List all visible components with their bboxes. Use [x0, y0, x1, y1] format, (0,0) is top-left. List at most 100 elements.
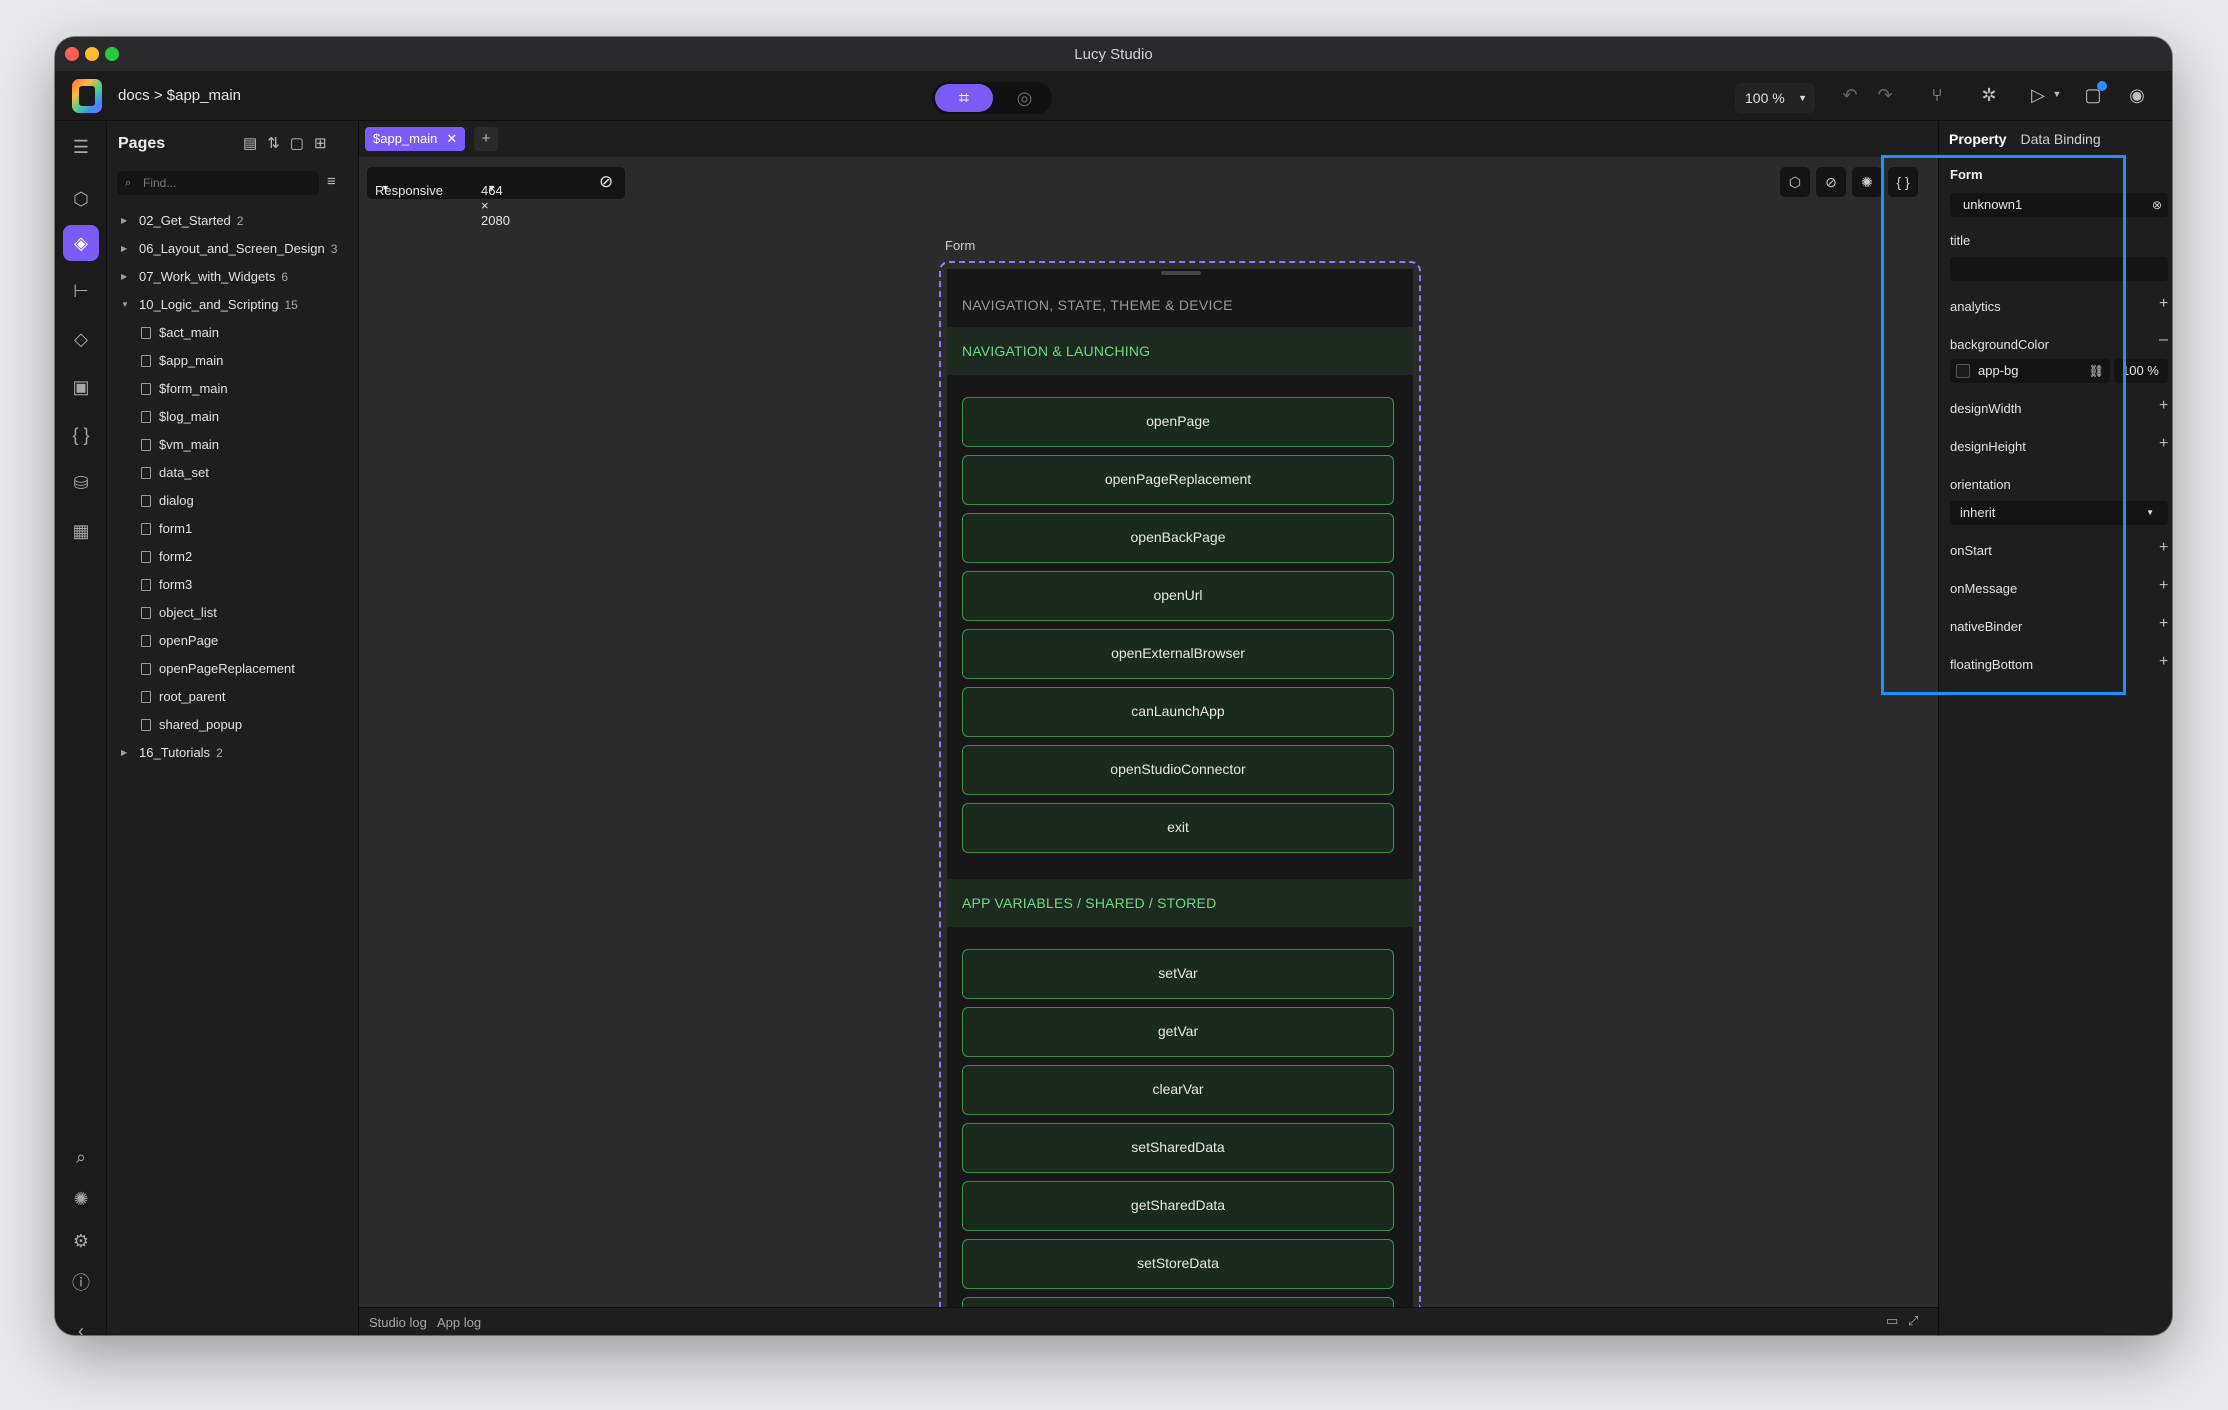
open-back-page-button[interactable]: openBackPage	[962, 513, 1394, 563]
get-shared-data-button[interactable]: getSharedData	[962, 1181, 1394, 1231]
branch-icon[interactable]: ⑂	[1925, 85, 1949, 106]
add-analytics-icon[interactable]: +	[2159, 295, 2168, 313]
add-native-binder-icon[interactable]: +	[2159, 615, 2168, 633]
info-icon[interactable]: ⓘ	[63, 1265, 99, 1301]
app-log-tab[interactable]: App log	[437, 1315, 481, 1330]
clear-icon[interactable]: ⊗	[2152, 193, 2162, 217]
page-item[interactable]: $log_main	[107, 403, 359, 431]
page-item[interactable]: dialog	[107, 487, 359, 515]
preview-mode-button[interactable]: ◎	[1002, 84, 1047, 112]
layers-toggle-icon[interactable]: ⬡	[1780, 167, 1810, 197]
page-item[interactable]: form2	[107, 543, 359, 571]
page-item[interactable]: openPageReplacement	[107, 655, 359, 683]
get-var-button[interactable]: getVar	[962, 1007, 1394, 1057]
menu-icon[interactable]: ☰	[63, 129, 99, 165]
shapes-icon[interactable]: ⬡	[63, 181, 99, 217]
remove-background-icon[interactable]: –	[2159, 331, 2168, 349]
bug-icon[interactable]: ✲	[1977, 85, 2001, 106]
add-folder-icon[interactable]: ⊞	[314, 135, 337, 152]
dock-panel-icon[interactable]: ▭	[1886, 1313, 1898, 1329]
page-item[interactable]: form3	[107, 571, 359, 599]
design-mode-button[interactable]: ⌗	[935, 84, 993, 112]
set-var-button[interactable]: setVar	[962, 949, 1394, 999]
chevron-down-icon[interactable]: ▼	[2045, 89, 2069, 99]
add-design-height-icon[interactable]: +	[2159, 435, 2168, 453]
redo-icon[interactable]: ↷	[1873, 85, 1897, 106]
page-name: data_set	[159, 465, 209, 480]
folder-name: 06_Layout_and_Screen_Design	[139, 241, 325, 256]
tree-icon[interactable]: ⊢	[63, 273, 99, 309]
page-icon	[141, 719, 151, 731]
clear-var-button[interactable]: clearVar	[962, 1065, 1394, 1115]
folder-row[interactable]: ▶ 02_Get_Started 2	[107, 207, 359, 235]
tab-app-main[interactable]: $app_main ✕	[365, 127, 466, 151]
page-item[interactable]: object_list	[107, 599, 359, 627]
studio-log-tab[interactable]: Studio log	[369, 1315, 427, 1330]
resize-grip[interactable]	[1161, 271, 1201, 275]
search-icon[interactable]: ⌕	[63, 1139, 99, 1175]
open-external-browser-button[interactable]: openExternalBrowser	[962, 629, 1394, 679]
page-item[interactable]: shared_popup	[107, 711, 359, 739]
add-on-start-icon[interactable]: +	[2159, 539, 2168, 557]
new-page-icon[interactable]: ▤	[243, 135, 267, 152]
open-url-button[interactable]: openUrl	[962, 571, 1394, 621]
add-tab-button[interactable]: +	[474, 127, 498, 151]
page-item[interactable]: data_set	[107, 459, 359, 487]
layers-icon[interactable]: ◈	[63, 225, 99, 261]
folder-row[interactable]: ▶ 06_Layout_and_Screen_Design 3	[107, 235, 359, 263]
database-icon[interactable]: ⛁	[63, 465, 99, 501]
breadcrumb[interactable]: docs > $app_main	[118, 87, 241, 104]
main-toolbar: docs > $app_main ⌗ ◎ 100 % ▼ ↶ ↷ ⑂ ✲ ▷ ▼…	[55, 71, 2172, 121]
grid-icon[interactable]: ▦	[63, 513, 99, 549]
page-item[interactable]: $vm_main	[107, 431, 359, 459]
set-shared-data-button[interactable]: setSharedData	[962, 1123, 1394, 1173]
set-store-data-button[interactable]: setStoreData	[962, 1239, 1394, 1289]
page-name: $vm_main	[159, 437, 219, 452]
folder-row[interactable]: ▶ 07_Work_with_Widgets 6	[107, 263, 359, 291]
open-page-button[interactable]: openPage	[962, 397, 1394, 447]
page-item[interactable]: root_parent	[107, 683, 359, 711]
components-icon[interactable]: ◇	[63, 321, 99, 357]
page-icon	[141, 551, 151, 563]
palette-icon[interactable]: ✺	[1852, 167, 1882, 197]
get-store-data-button[interactable]: getStoreData	[962, 1297, 1394, 1307]
folder-row[interactable]: ▶ 16_Tutorials 2	[107, 739, 359, 767]
page-item[interactable]: $form_main	[107, 375, 359, 403]
page-item[interactable]: $act_main	[107, 319, 359, 347]
filter-icon[interactable]: ≡	[327, 173, 336, 190]
find-input[interactable]: ⌕ Find...	[117, 171, 319, 195]
page-tab-bar: $app_main ✕ +	[359, 121, 1938, 157]
exit-button[interactable]: exit	[962, 803, 1394, 853]
chevron-down-icon: ▼	[381, 183, 390, 193]
page-item[interactable]: form1	[107, 515, 359, 543]
notification-badge	[2097, 81, 2107, 91]
code-icon[interactable]: { }	[63, 417, 99, 453]
can-launch-app-button[interactable]: canLaunchApp	[962, 687, 1394, 737]
tab-data-binding[interactable]: Data Binding	[2020, 131, 2100, 147]
expand-icon[interactable]: ⤢	[1908, 1313, 1918, 1329]
design-canvas[interactable]: $app_main ✕ + Responsive ▼ 464 × 2080 ▼ …	[359, 121, 1938, 1307]
account-icon[interactable]: ◉	[2125, 85, 2149, 106]
sort-icon[interactable]: ⇅	[267, 135, 290, 152]
add-floating-bottom-icon[interactable]: +	[2159, 653, 2168, 671]
open-studio-connector-button[interactable]: openStudioConnector	[962, 745, 1394, 795]
close-icon[interactable]: ✕	[446, 127, 457, 151]
undo-icon[interactable]: ↶	[1838, 85, 1862, 106]
palette-icon[interactable]: ✺	[63, 1181, 99, 1217]
open-page-replacement-button[interactable]: openPageReplacement	[962, 455, 1394, 505]
tab-property[interactable]: Property	[1949, 131, 2007, 147]
zoom-select[interactable]: 100 % ▼	[1735, 83, 1815, 113]
add-on-message-icon[interactable]: +	[2159, 577, 2168, 595]
new-folder-icon[interactable]: ▢	[290, 135, 314, 152]
device-screen[interactable]: NAVIGATION, STATE, THEME & DEVICE NAVIGA…	[947, 269, 1413, 1307]
rotate-icon[interactable]: ⊘	[599, 172, 613, 192]
folder-row[interactable]: ▼ 10_Logic_and_Scripting 15	[107, 291, 359, 319]
page-item[interactable]: openPage	[107, 627, 359, 655]
page-item[interactable]: $app_main	[107, 347, 359, 375]
gear-icon[interactable]: ⚙	[63, 1223, 99, 1259]
image-icon[interactable]: ▣	[63, 369, 99, 405]
page-name: shared_popup	[159, 717, 243, 732]
collapse-icon[interactable]: ‹	[63, 1313, 99, 1335]
visibility-off-icon[interactable]: ⊘	[1816, 167, 1846, 197]
add-design-width-icon[interactable]: +	[2159, 397, 2168, 415]
